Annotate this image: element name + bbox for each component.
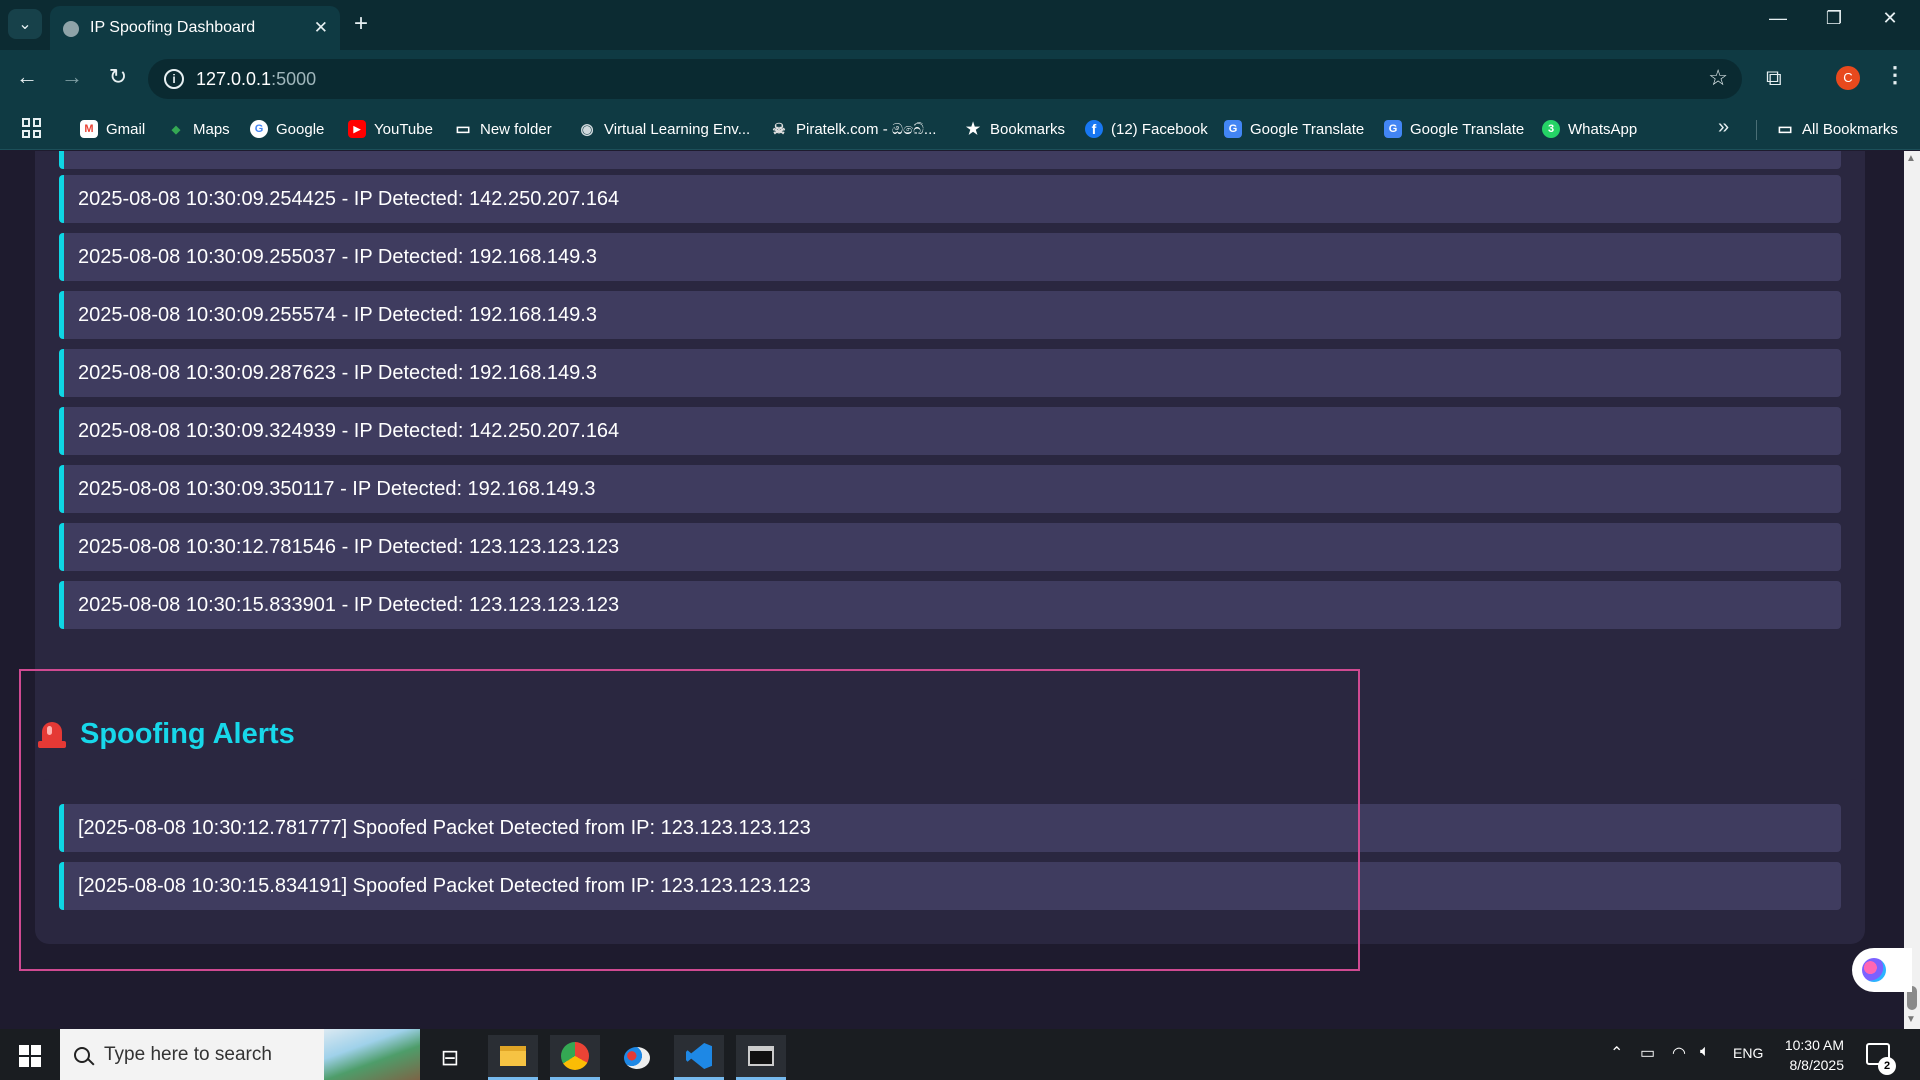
bookmark-piratelk[interactable]: ☠ Piratelk.com - ඔබේ...	[770, 116, 936, 142]
tab-ip-spoofing-dashboard[interactable]: IP Spoofing Dashboard ✕	[50, 6, 340, 50]
folder-icon: ▭	[455, 121, 471, 138]
chrome-icon[interactable]	[550, 1035, 600, 1080]
facebook-icon: f	[1085, 120, 1103, 138]
more-bookmarks-chevron-icon[interactable]: »	[1718, 116, 1729, 139]
close-tab-icon[interactable]: ✕	[314, 18, 328, 38]
profile-avatar[interactable]: C	[1836, 66, 1860, 90]
bookmark-youtube[interactable]: ▶ YouTube	[348, 116, 433, 142]
bookmark-virtual-learning[interactable]: ◉ Virtual Learning Env...	[578, 116, 750, 142]
task-view-icon[interactable]: ⊟	[425, 1035, 475, 1080]
site-info-icon[interactable]: i	[164, 69, 184, 89]
log-item: 2025-08-08 10:30:09.324939 - IP Detected…	[59, 407, 1841, 455]
terminal-icon[interactable]	[736, 1035, 786, 1080]
bookmark-gmail[interactable]: M Gmail	[80, 116, 145, 142]
bookmark-new-folder[interactable]: ▭ New folder	[454, 116, 551, 142]
clock-time: 10:30 AM	[1784, 1037, 1844, 1053]
browser-toolbar: ← → ↻ i 127.0.0.1:5000 ☆ ⧉ C ⋮	[0, 50, 1920, 108]
log-item: 2025-08-08 10:30:15.833901 - IP Detected…	[59, 581, 1841, 629]
bookmarks-divider	[1756, 120, 1757, 140]
close-window-button[interactable]: ✕	[1870, 8, 1910, 29]
bookmark-whatsapp[interactable]: 3 WhatsApp	[1542, 116, 1637, 142]
wifi-icon[interactable]: ◠	[1672, 1043, 1686, 1063]
bookmark-maps[interactable]: ◆ Maps	[167, 116, 230, 142]
file-explorer-icon[interactable]	[488, 1035, 538, 1080]
volume-icon[interactable]: 🔈︎	[1700, 1043, 1710, 1061]
forward-icon[interactable]: →	[57, 64, 87, 90]
notification-count-badge: 2	[1878, 1057, 1896, 1075]
bookmark-facebook[interactable]: f (12) Facebook	[1085, 116, 1208, 142]
star-icon: ★	[965, 121, 981, 138]
bookmark-bookmarks-folder[interactable]: ★ Bookmarks	[964, 116, 1065, 142]
tab-strip: ⌄ IP Spoofing Dashboard ✕ + — ❐ ✕	[0, 0, 1920, 50]
log-item: 2025-08-08 10:30:09.287623 - IP Detected…	[59, 349, 1841, 397]
maps-icon: ◆	[171, 123, 181, 136]
log-item: 2025-08-08 10:30:09.350117 - IP Detected…	[59, 465, 1841, 513]
vscode-icon[interactable]	[674, 1035, 724, 1080]
tab-title: IP Spoofing Dashboard	[90, 19, 256, 36]
log-item: 2025-08-08 10:30:12.781546 - IP Detected…	[59, 523, 1841, 571]
bookmarks-bar: M Gmail ◆ Maps G Google ▶ YouTube ▭ New …	[0, 108, 1920, 150]
bookmark-google-translate-1[interactable]: G Google Translate	[1224, 116, 1364, 142]
log-item: 2025-08-08 10:30:09.254425 - IP Detected…	[59, 175, 1841, 223]
log-item: 2025-08-08 10:30:09.255574 - IP Detected…	[59, 291, 1841, 339]
bookmark-google-translate-2[interactable]: G Google Translate	[1384, 116, 1524, 142]
extensions-icon[interactable]: ⧉	[1766, 65, 1782, 91]
scroll-up-icon[interactable]: ▲	[1906, 153, 1916, 164]
youtube-icon: ▶	[348, 120, 366, 138]
minimize-button[interactable]: —	[1758, 8, 1798, 29]
log-item: 2025-08-08 10:30:09.255037 - IP Detected…	[59, 233, 1841, 281]
search-placeholder: Type here to search	[104, 1043, 272, 1065]
scroll-down-icon[interactable]: ▼	[1906, 1014, 1916, 1025]
search-icon	[74, 1046, 90, 1063]
assistant-brain-icon[interactable]	[1852, 948, 1912, 992]
reload-icon[interactable]: ↻	[103, 64, 133, 90]
back-icon[interactable]: ←	[12, 64, 42, 90]
windows-taskbar: Type here to search ⊟ ⌃ ▭ ◠ 🔈︎ ENG 10:30…	[0, 1029, 1920, 1080]
tray-overflow-chevron-icon[interactable]: ⌃	[1610, 1043, 1623, 1063]
language-indicator[interactable]: ENG	[1733, 1045, 1763, 1061]
translate-icon: G	[1384, 120, 1402, 138]
search-highlight-image	[324, 1029, 420, 1080]
selection-highlight-box	[19, 669, 1360, 971]
battery-icon[interactable]: ▭	[1640, 1043, 1655, 1063]
taskbar-search-box[interactable]: Type here to search	[60, 1029, 420, 1080]
page-viewport: 2025-08-08 10:30:09.254425 - IP Detected…	[0, 151, 1904, 1029]
new-tab-button[interactable]: +	[354, 10, 368, 38]
translate-icon: G	[1224, 120, 1242, 138]
menu-icon[interactable]: ⋮	[1884, 62, 1906, 88]
all-bookmarks-button[interactable]: ▭ All Bookmarks	[1776, 116, 1897, 142]
pirate-icon: ☠	[772, 121, 786, 138]
vle-icon: ◉	[580, 121, 594, 138]
tab-search-button[interactable]: ⌄	[8, 9, 42, 39]
paint-icon[interactable]	[612, 1035, 662, 1080]
globe-icon	[63, 21, 79, 37]
system-clock[interactable]: 10:30 AM 8/8/2025	[1768, 1035, 1844, 1075]
address-bar[interactable]: i 127.0.0.1:5000 ☆	[148, 59, 1742, 99]
log-item-partial	[59, 151, 1841, 169]
url-text[interactable]: 127.0.0.1:5000	[196, 69, 316, 90]
folder-icon: ▭	[1777, 121, 1793, 138]
scrollbar[interactable]	[1904, 151, 1920, 1029]
windows-start-icon[interactable]	[19, 1045, 41, 1067]
whatsapp-icon: 3	[1542, 120, 1560, 138]
apps-icon[interactable]	[22, 118, 42, 138]
google-icon: G	[250, 120, 268, 138]
gmail-icon: M	[80, 120, 98, 138]
clock-date: 8/8/2025	[1789, 1057, 1845, 1073]
bookmark-google[interactable]: G Google	[250, 116, 324, 142]
bookmark-star-icon[interactable]: ☆	[1708, 65, 1728, 91]
restore-button[interactable]: ❐	[1814, 8, 1854, 29]
